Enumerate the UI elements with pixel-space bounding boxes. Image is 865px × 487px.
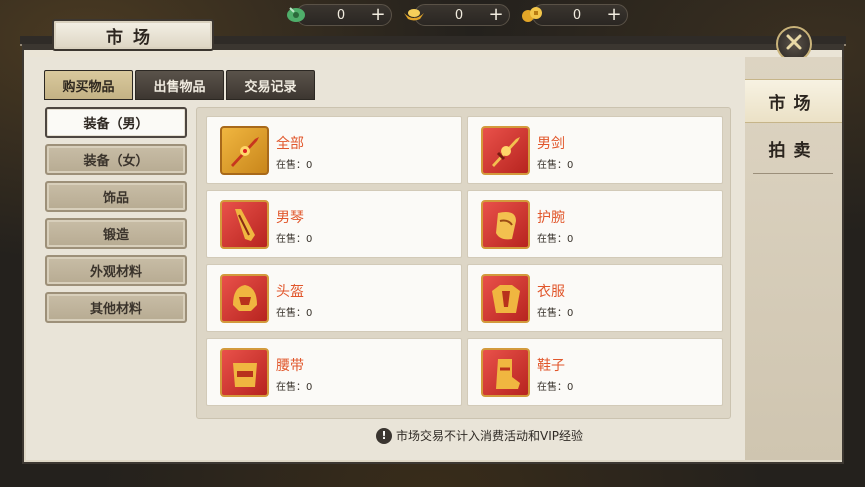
item-name: 衣服 — [537, 284, 565, 300]
side-divider — [753, 173, 833, 174]
category-accessories[interactable]: 饰品 — [45, 181, 187, 212]
category-appearance-materials[interactable]: 外观材料 — [45, 255, 187, 286]
info-icon: ! — [376, 427, 392, 444]
currency-jade: 0 + — [287, 4, 392, 26]
item-card-armor[interactable]: 衣服 在售：0 — [467, 264, 723, 332]
coins-icon — [519, 1, 545, 27]
side-tab-auction[interactable]: 拍卖 — [745, 126, 842, 170]
side-tab-market[interactable]: 市场 — [745, 79, 842, 123]
notice-bar: ! 市场交易不计入消费活动和VIP经验 — [376, 427, 583, 444]
armor-icon — [481, 274, 530, 323]
boots-icon — [481, 348, 530, 397]
item-name: 全部 — [276, 136, 304, 152]
item-card-male-sword[interactable]: 男剑 在售：0 — [467, 116, 723, 184]
item-name: 鞋子 — [537, 358, 565, 374]
gold-ingot-icon — [401, 1, 427, 27]
item-name: 头盔 — [276, 284, 304, 300]
helmet-icon — [220, 274, 269, 323]
belt-icon — [220, 348, 269, 397]
category-list: 装备（男） 装备（女） 饰品 锻造 外观材料 其他材料 — [45, 107, 187, 329]
item-stock: 在售：0 — [276, 382, 313, 393]
item-card-male-qin[interactable]: 男琴 在售：0 — [206, 190, 462, 258]
item-name: 男剑 — [537, 136, 565, 152]
item-card-bracer[interactable]: 护腕 在售：0 — [467, 190, 723, 258]
jade-icon — [283, 1, 309, 27]
notice-text: 市场交易不计入消费活动和VIP经验 — [396, 429, 583, 443]
currency-coins: 0 + — [522, 4, 628, 26]
category-other-materials[interactable]: 其他材料 — [45, 292, 187, 323]
add-jade-button[interactable]: + — [369, 6, 387, 24]
bracer-icon — [481, 200, 530, 249]
ingot-amount: 0 — [454, 8, 464, 23]
category-forging[interactable]: 锻造 — [45, 218, 187, 249]
item-card-all[interactable]: 全部 在售：0 — [206, 116, 462, 184]
weapon-icon — [220, 126, 269, 175]
category-equip-male[interactable]: 装备（男） — [45, 107, 187, 138]
qin-icon — [220, 200, 269, 249]
item-name: 男琴 — [276, 210, 304, 226]
item-stock: 在售：0 — [276, 234, 313, 245]
item-card-helmet[interactable]: 头盔 在售：0 — [206, 264, 462, 332]
add-ingot-button[interactable]: + — [487, 6, 505, 24]
add-coins-button[interactable]: + — [605, 6, 623, 24]
item-name: 腰带 — [276, 358, 304, 374]
item-stock: 在售：0 — [276, 160, 313, 171]
sword-icon — [481, 126, 530, 175]
tab-history[interactable]: 交易记录 — [226, 70, 315, 100]
item-stock: 在售：0 — [276, 308, 313, 319]
item-stock: 在售：0 — [537, 160, 574, 171]
item-stock: 在售：0 — [537, 234, 574, 245]
item-card-boots[interactable]: 鞋子 在售：0 — [467, 338, 723, 406]
tab-buy[interactable]: 购买物品 — [44, 70, 133, 100]
close-icon — [784, 32, 804, 56]
item-name: 护腕 — [537, 210, 565, 226]
tab-sell[interactable]: 出售物品 — [135, 70, 224, 100]
item-stock: 在售：0 — [537, 382, 574, 393]
category-equip-female[interactable]: 装备（女） — [45, 144, 187, 175]
item-stock: 在售：0 — [537, 308, 574, 319]
coins-amount: 0 — [572, 8, 582, 23]
tab-bar: 购买物品 出售物品 交易记录 — [44, 70, 315, 100]
side-tabs: 市场 拍卖 — [745, 57, 842, 460]
content-area: 购买物品 出售物品 交易记录 装备（男） 装备（女） 饰品 锻造 外观材料 其他… — [26, 57, 745, 460]
item-card-belt[interactable]: 腰带 在售：0 — [206, 338, 462, 406]
currency-ingot: 0 + — [404, 4, 510, 26]
item-grid: 全部 在售：0 男剑 在售：0 男琴 在售：0 护腕 在售：0 头盔 在售：0 … — [196, 107, 731, 419]
jade-amount: 0 — [336, 8, 346, 23]
page-title-text: 市场 — [106, 27, 160, 48]
page-title: 市场 — [52, 19, 214, 51]
